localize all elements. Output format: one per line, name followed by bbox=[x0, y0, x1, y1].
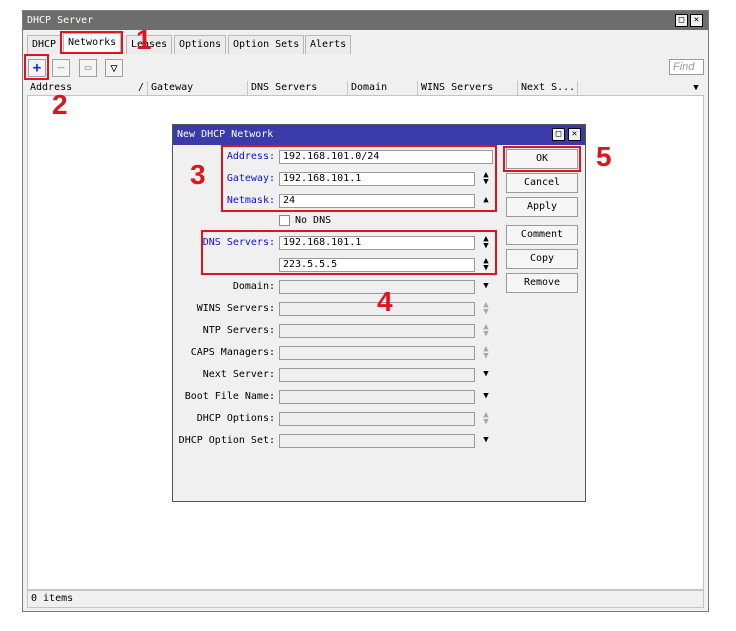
annotation-box-networks bbox=[60, 31, 123, 54]
next-server-label: Next Server: bbox=[202, 369, 275, 380]
wins-servers-label: WINS Servers: bbox=[196, 303, 275, 314]
remove-button[interactable]: Remove bbox=[506, 273, 578, 293]
tab-dhcp[interactable]: DHCP bbox=[27, 35, 62, 54]
column-gateway[interactable]: Gateway bbox=[147, 81, 247, 95]
annotation-box-address-fields bbox=[221, 145, 497, 212]
annotation-number-5: 5 bbox=[596, 141, 612, 172]
no-dns-label: No DNS bbox=[295, 215, 332, 226]
domain-label: Domain: bbox=[232, 281, 275, 292]
wins-servers-updown-icon[interactable]: ▲ ▼ bbox=[480, 301, 492, 317]
dhcp-options-label: DHCP Options: bbox=[196, 413, 275, 424]
boot-file-name-label: Boot File Name: bbox=[184, 391, 275, 402]
dhcp-option-set-label: DHCP Option Set: bbox=[178, 435, 275, 446]
tab-option-sets[interactable]: Option Sets bbox=[228, 35, 305, 54]
column-filler bbox=[577, 81, 687, 95]
copy-button[interactable]: Copy bbox=[506, 249, 578, 269]
annotation-number-1: 1 bbox=[136, 24, 152, 55]
annotation-box-add bbox=[24, 54, 49, 80]
annotation-box-ok bbox=[503, 146, 581, 172]
close-icon[interactable]: ✕ bbox=[690, 14, 703, 27]
no-dns-checkbox[interactable] bbox=[279, 215, 290, 226]
dialog-restore-icon[interactable]: □ bbox=[552, 128, 565, 141]
comment-button[interactable]: Comment bbox=[506, 225, 578, 245]
annotation-number-3: 3 bbox=[190, 159, 206, 190]
dhcp-option-set-dropdown-icon[interactable]: ▼ bbox=[480, 436, 492, 451]
status-bar: 0 items bbox=[27, 590, 704, 608]
cancel-button[interactable]: Cancel bbox=[506, 173, 578, 193]
dhcp-options-updown-icon[interactable]: ▲ ▼ bbox=[480, 411, 492, 427]
next-server-dropdown-icon[interactable]: ▼ bbox=[480, 370, 492, 385]
column-menu-icon[interactable]: ▼ bbox=[689, 81, 703, 95]
caps-managers-label: CAPS Managers: bbox=[190, 347, 275, 358]
boot-file-name-field[interactable] bbox=[279, 390, 475, 404]
column-next-server[interactable]: Next S... bbox=[517, 81, 577, 95]
annotation-number-4: 4 bbox=[377, 286, 393, 317]
annotation-number-2: 2 bbox=[52, 89, 68, 120]
dialog-title: New DHCP Network bbox=[173, 125, 585, 145]
dhcp-option-set-field[interactable] bbox=[279, 434, 475, 448]
annotation-box-dns-servers bbox=[201, 230, 497, 275]
comment-icon[interactable]: ▭ bbox=[79, 59, 97, 77]
remove-icon[interactable]: − bbox=[52, 59, 70, 77]
caps-managers-field[interactable] bbox=[279, 346, 475, 360]
tab-options[interactable]: Options bbox=[174, 35, 227, 54]
column-domain[interactable]: Domain bbox=[347, 81, 417, 95]
tab-alerts[interactable]: Alerts bbox=[305, 35, 352, 54]
dialog-close-icon[interactable]: ✕ bbox=[568, 128, 581, 141]
window-title: DHCP Server bbox=[23, 11, 708, 30]
column-wins-servers[interactable]: WINS Servers bbox=[417, 81, 517, 95]
restore-icon[interactable]: □ bbox=[675, 14, 688, 27]
next-server-field[interactable] bbox=[279, 368, 475, 382]
ntp-servers-label: NTP Servers: bbox=[202, 325, 275, 336]
column-dns-servers[interactable]: DNS Servers bbox=[247, 81, 347, 95]
domain-dropdown-icon[interactable]: ▼ bbox=[480, 282, 492, 297]
apply-button[interactable]: Apply bbox=[506, 197, 578, 217]
sort-indicator: / bbox=[138, 82, 145, 93]
ntp-servers-updown-icon[interactable]: ▲ ▼ bbox=[480, 323, 492, 339]
caps-managers-updown-icon[interactable]: ▲ ▼ bbox=[480, 345, 492, 361]
boot-file-name-dropdown-icon[interactable]: ▼ bbox=[480, 392, 492, 407]
column-address[interactable]: Address bbox=[27, 81, 137, 95]
find-input[interactable]: Find bbox=[669, 59, 704, 75]
ntp-servers-field[interactable] bbox=[279, 324, 475, 338]
filter-icon[interactable]: ▽ bbox=[105, 59, 123, 77]
dhcp-options-field[interactable] bbox=[279, 412, 475, 426]
